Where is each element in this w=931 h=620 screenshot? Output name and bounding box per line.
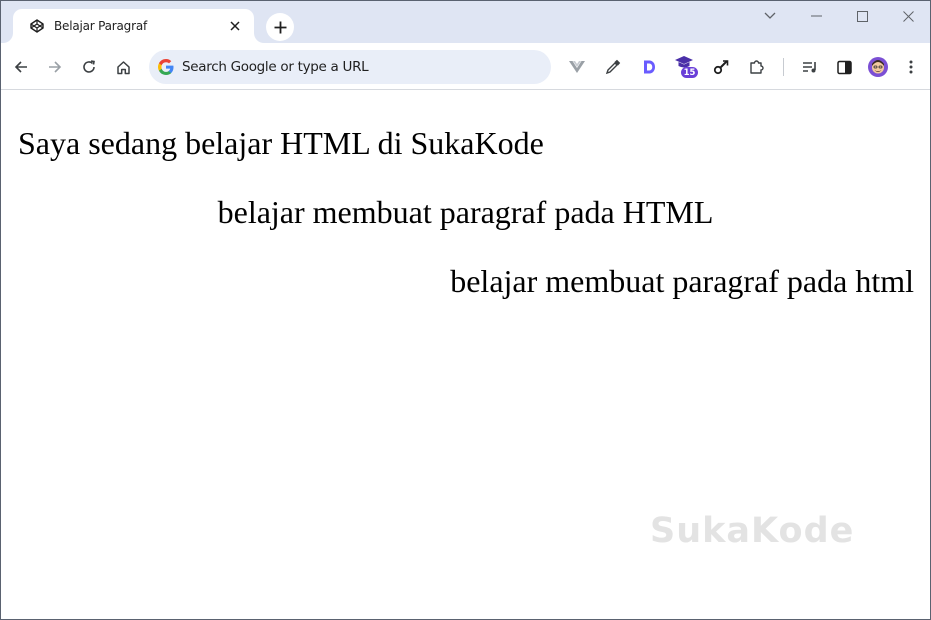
new-tab-button[interactable]	[266, 13, 294, 41]
toolbar-divider	[783, 58, 784, 76]
browser-window: Belajar Paragraf Search Google or type a…	[0, 0, 931, 620]
forward-button[interactable]	[42, 54, 68, 80]
extensions-puzzle-icon[interactable]	[744, 54, 770, 80]
tab-title: Belajar Paragraf	[54, 19, 148, 33]
tab-strip: Belajar Paragraf	[1, 1, 930, 43]
tab-belajar-paragraf[interactable]: Belajar Paragraf	[13, 9, 254, 43]
minimize-icon	[810, 15, 822, 17]
maximize-button[interactable]	[839, 3, 885, 29]
extension-d-icon[interactable]	[636, 54, 662, 80]
minimize-button[interactable]	[793, 3, 839, 29]
back-button[interactable]	[8, 54, 34, 80]
extension-badge-count: 15	[683, 68, 696, 78]
home-icon	[116, 60, 130, 74]
codepen-icon	[29, 18, 45, 34]
close-icon	[902, 10, 914, 22]
reload-button[interactable]	[76, 54, 102, 80]
extension-graduation-cap-icon[interactable]: 15	[672, 54, 700, 80]
paragraph-left: Saya sedang belajar HTML di SukaKode	[18, 125, 544, 161]
toolbar: Search Google or type a URL 15	[1, 43, 930, 90]
arrow-left-icon	[14, 61, 27, 73]
reload-icon	[83, 60, 95, 73]
home-button[interactable]	[110, 54, 136, 80]
paragraph-right: belajar membuat paragraf pada html	[450, 263, 914, 299]
eyedropper-icon[interactable]	[600, 54, 626, 80]
side-panel-icon[interactable]	[831, 54, 857, 80]
arrow-right-icon	[49, 61, 62, 73]
close-window-button[interactable]	[885, 3, 930, 29]
paragraph-center: belajar membuat paragraf pada HTML	[217, 194, 714, 230]
plus-icon	[274, 21, 286, 33]
profile-avatar[interactable]	[865, 54, 891, 80]
media-control-icon[interactable]	[797, 54, 823, 80]
tab-close-icon[interactable]	[224, 15, 246, 37]
google-icon	[157, 58, 175, 76]
page-content: Saya sedang belajar HTML di SukaKode bel…	[1, 91, 930, 619]
search-input[interactable]: Search Google or type a URL	[182, 59, 369, 75]
menu-kebab-icon[interactable]	[898, 54, 924, 80]
maximize-icon	[856, 10, 868, 22]
extension-slash-icon[interactable]	[708, 54, 734, 80]
tab-search-button[interactable]	[747, 3, 793, 29]
extension-vuejs-icon[interactable]	[564, 54, 590, 80]
chevron-down-icon	[764, 12, 776, 19]
address-bar[interactable]: Search Google or type a URL	[149, 50, 551, 84]
sukakode-watermark: SukaKode	[650, 511, 855, 551]
